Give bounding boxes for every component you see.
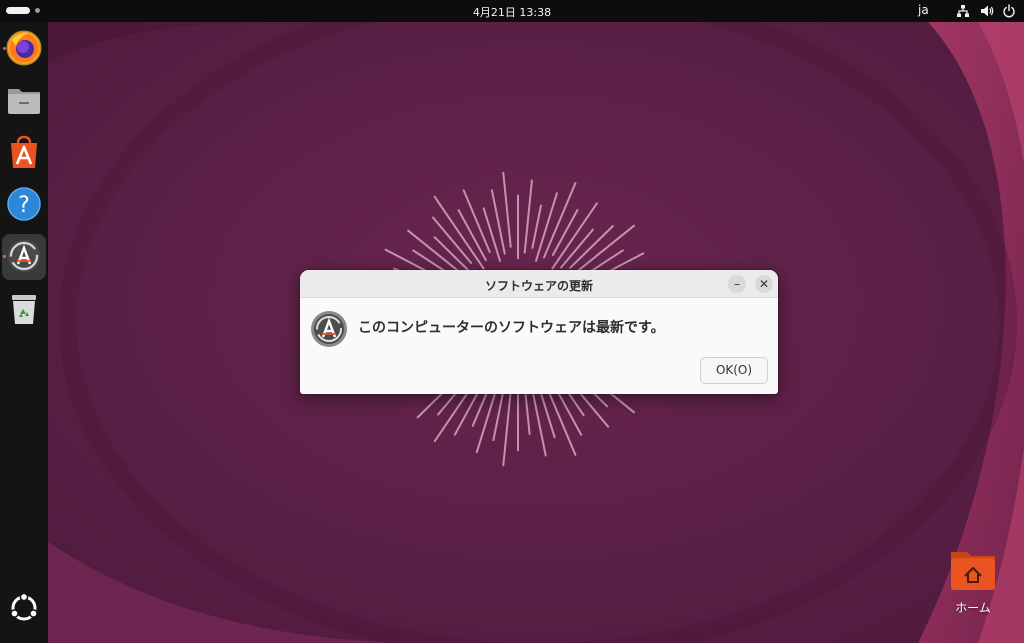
software-updater-icon — [8, 240, 40, 272]
help-icon: ? — [7, 187, 41, 221]
power-icon — [1003, 4, 1015, 18]
home-folder-icon — [951, 552, 995, 590]
network-icon — [957, 5, 969, 17]
dock-item-app-center[interactable] — [2, 130, 46, 176]
system-tray[interactable] — [956, 4, 1018, 18]
update-dialog: ソフトウェアの更新 – ✕ このコンピューターのソフトウェアは最新です。 OK(… — [300, 270, 778, 394]
clock: 4月21日 13:38 — [0, 4, 1024, 20]
software-updater-icon — [311, 311, 347, 347]
svg-text:?: ? — [18, 193, 30, 218]
show-apps-button[interactable] — [2, 586, 46, 632]
dock-item-help[interactable]: ? — [2, 182, 46, 228]
input-method-indicator[interactable]: ja — [918, 3, 929, 17]
volume-icon — [981, 5, 994, 17]
dialog-titlebar[interactable]: ソフトウェアの更新 – ✕ — [300, 270, 778, 298]
running-indicator — [3, 255, 6, 258]
ok-button[interactable]: OK(O) — [700, 357, 768, 384]
dock: ? — [0, 22, 48, 643]
desktop-home-folder[interactable]: ホーム — [940, 548, 1006, 620]
files-icon — [8, 89, 40, 114]
trash-icon — [12, 295, 36, 324]
dock-item-trash[interactable] — [2, 286, 46, 332]
dialog-title: ソフトウェアの更新 — [484, 279, 593, 293]
dock-item-firefox[interactable] — [2, 26, 46, 72]
ubuntu-logo-icon — [10, 592, 38, 621]
minimize-button[interactable]: – — [728, 275, 746, 293]
date-time[interactable]: 4月21日 13:38 — [473, 6, 551, 19]
top-bar: 4月21日 13:38 ja — [0, 0, 1024, 22]
home-folder-label: ホーム — [955, 601, 991, 615]
running-indicator — [3, 47, 6, 50]
app-center-icon — [11, 135, 37, 168]
workspace-dot — [35, 8, 40, 13]
dialog-message: このコンピューターのソフトウェアは最新です。 — [358, 320, 665, 336]
firefox-icon — [6, 30, 42, 66]
close-button[interactable]: ✕ — [755, 275, 773, 293]
workspace-pill — [6, 7, 30, 14]
activities-indicator[interactable] — [6, 7, 46, 15]
dock-item-files[interactable] — [2, 78, 46, 124]
dock-item-software-updater[interactable] — [2, 234, 46, 280]
